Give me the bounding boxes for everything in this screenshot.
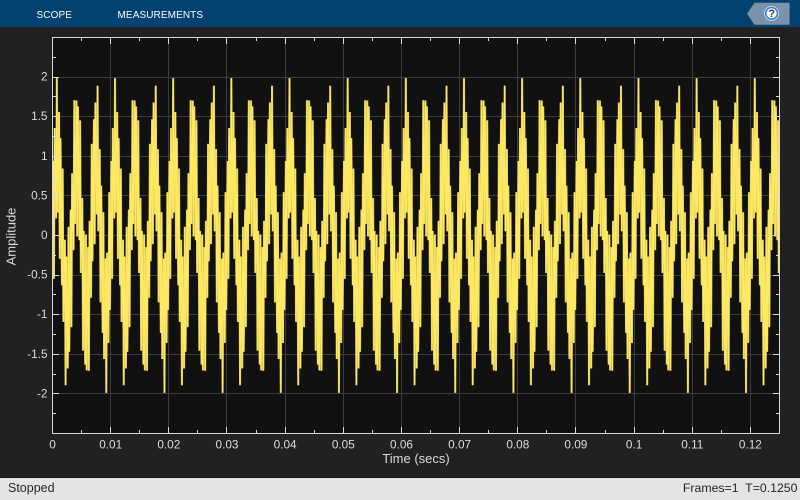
svg-text:0.05: 0.05 — [332, 438, 355, 452]
svg-text:0.5: 0.5 — [31, 188, 48, 202]
svg-text:Time (secs): Time (secs) — [382, 451, 449, 466]
svg-text:0: 0 — [49, 438, 56, 452]
svg-text:1.5: 1.5 — [31, 109, 48, 123]
svg-text:0.02: 0.02 — [157, 438, 180, 452]
svg-text:0: 0 — [41, 228, 48, 242]
svg-text:0.06: 0.06 — [390, 438, 413, 452]
svg-text:0.12: 0.12 — [739, 438, 762, 452]
svg-text:0.03: 0.03 — [216, 438, 239, 452]
svg-text:0.01: 0.01 — [99, 438, 122, 452]
svg-text:-0.5: -0.5 — [27, 268, 48, 282]
svg-text:?: ? — [768, 8, 775, 20]
svg-text:0.04: 0.04 — [274, 438, 297, 452]
svg-text:0.09: 0.09 — [564, 438, 587, 452]
svg-text:2: 2 — [41, 70, 48, 84]
svg-text:0.08: 0.08 — [506, 438, 529, 452]
svg-text:0.1: 0.1 — [626, 438, 642, 452]
svg-text:-1.5: -1.5 — [27, 347, 48, 361]
svg-text:-2: -2 — [37, 386, 48, 400]
svg-text:Amplitude: Amplitude — [4, 208, 19, 266]
svg-text:0.11: 0.11 — [681, 438, 703, 452]
svg-text:-1: -1 — [37, 307, 48, 321]
svg-text:1: 1 — [41, 149, 48, 163]
svg-text:0.07: 0.07 — [448, 438, 471, 452]
